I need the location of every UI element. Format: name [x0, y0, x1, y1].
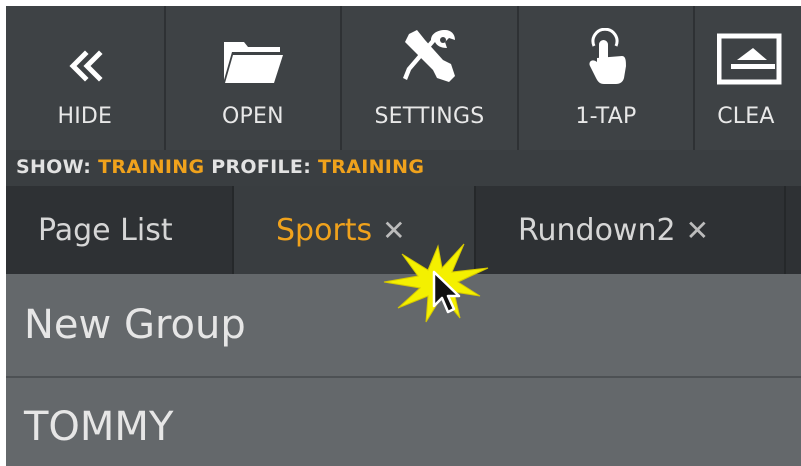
hide-label: HIDE	[57, 104, 113, 129]
tab-page-list[interactable]: Page List	[6, 186, 234, 274]
clean-label: CLEA	[717, 104, 775, 129]
tab-label: Rundown2	[518, 212, 676, 248]
settings-button[interactable]: SETTINGS	[342, 6, 517, 150]
tab-rundown2[interactable]: Rundown2 ✕	[476, 186, 786, 274]
hide-button[interactable]: HIDE	[6, 6, 164, 150]
show-prefix: SHOW:	[16, 156, 99, 178]
group-label: TOMMY	[24, 404, 174, 450]
group-row-new-group[interactable]: New Group	[6, 276, 801, 374]
tab-sports[interactable]: Sports ✕	[234, 186, 476, 274]
profile-prefix: PROFILE:	[204, 156, 319, 178]
one-tap-button[interactable]: 1-TAP	[519, 6, 694, 150]
show-name: TRAINING	[98, 156, 205, 178]
close-icon[interactable]: ✕	[382, 214, 405, 247]
close-icon[interactable]: ✕	[686, 214, 709, 247]
one-tap-label: 1-TAP	[575, 104, 637, 129]
group-label: New Group	[24, 302, 246, 348]
folder-icon	[222, 6, 284, 86]
settings-label: SETTINGS	[374, 104, 485, 129]
open-button[interactable]: OPEN	[166, 6, 341, 150]
tap-hand-icon	[584, 6, 628, 86]
tab-label: Sports	[276, 212, 373, 248]
clean-button[interactable]: CLEA	[695, 6, 801, 150]
tools-icon	[399, 6, 459, 86]
group-row-tommy[interactable]: TOMMY	[6, 378, 801, 466]
profile-name: TRAINING	[318, 156, 425, 178]
show-profile-bar: SHOW: TRAINING PROFILE: TRAINING	[6, 150, 801, 186]
tab-bar: Page List Sports ✕ Rundown2 ✕	[6, 186, 801, 274]
tab-label: Page List	[38, 212, 173, 248]
toolbar: HIDE OPEN SETTINGS 1-TAP CLEA	[6, 6, 801, 150]
clean-icon	[717, 6, 787, 86]
open-label: OPEN	[221, 104, 284, 129]
app-window: HIDE OPEN SETTINGS 1-TAP CLEA SHOW: TRAI…	[6, 6, 801, 466]
double-chevron-left-icon	[65, 6, 105, 86]
